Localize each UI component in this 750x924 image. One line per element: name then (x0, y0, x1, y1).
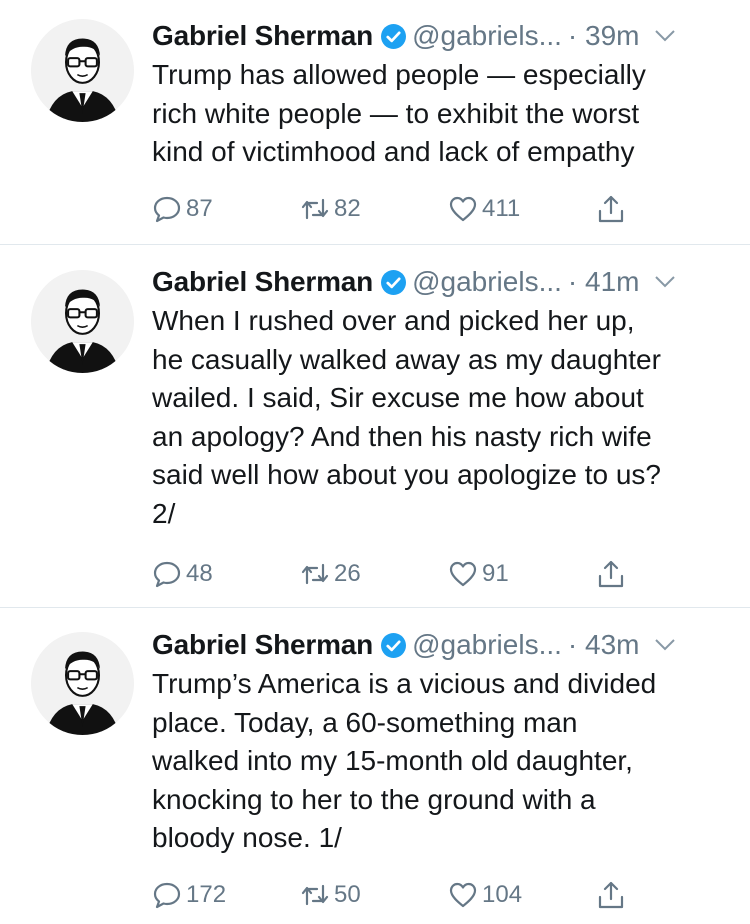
verified-badge-icon (381, 23, 407, 49)
tweet-header: Gabriel Sherman @gabriels... · 39m (152, 19, 730, 53)
reply-icon (153, 196, 181, 223)
verified-badge-icon (381, 269, 407, 295)
chevron-down-icon[interactable] (654, 275, 676, 289)
retweet-icon (301, 563, 329, 585)
reply-count: 48 (186, 560, 213, 587)
author-handle[interactable]: @gabriels... (412, 20, 562, 52)
tweet-content: Gabriel Sherman @gabriels... · 41m When … (152, 265, 730, 533)
heart-icon (449, 561, 477, 587)
tweet-text: When I rushed over and picked her up, he… (152, 305, 662, 529)
share-button[interactable] (596, 880, 626, 910)
tweet-text: Trump has allowed people — especially ri… (152, 59, 646, 167)
author-name[interactable]: Gabriel Sherman (152, 266, 373, 298)
tweet[interactable]: Gabriel Sherman @gabriels... · 41m When … (0, 245, 750, 608)
timestamp[interactable]: · 39m (568, 20, 640, 52)
like-button[interactable]: 411 (448, 194, 596, 224)
timestamp[interactable]: · 41m (568, 266, 640, 298)
chevron-down-icon[interactable] (654, 29, 676, 43)
timestamp[interactable]: · 43m (568, 629, 640, 661)
tweet-header: Gabriel Sherman @gabriels... · 41m (152, 265, 730, 299)
heart-icon (449, 196, 477, 222)
reply-button[interactable]: 172 (152, 880, 300, 910)
tweet-header: Gabriel Sherman @gabriels... · 43m (152, 628, 730, 662)
avatar[interactable] (31, 19, 134, 122)
like-count: 91 (482, 560, 509, 587)
avatar[interactable] (31, 270, 134, 373)
retweet-count: 26 (334, 560, 361, 587)
tweet-feed: Gabriel Sherman @gabriels... · 39m Trump… (0, 0, 750, 924)
retweet-count: 50 (334, 881, 361, 908)
retweet-button[interactable]: 82 (300, 194, 448, 224)
retweet-count: 82 (334, 195, 361, 222)
avatar[interactable] (31, 632, 134, 735)
like-count: 104 (482, 881, 523, 908)
retweet-button[interactable]: 26 (300, 559, 448, 589)
like-button[interactable]: 104 (448, 880, 596, 910)
reply-button[interactable]: 48 (152, 559, 300, 589)
reply-count: 87 (186, 195, 213, 222)
reply-button[interactable]: 87 (152, 194, 300, 224)
share-icon (598, 560, 624, 588)
like-button[interactable]: 91 (448, 559, 596, 589)
tweet-actions: 172 50 104 (152, 878, 626, 912)
author-name[interactable]: Gabriel Sherman (152, 629, 373, 661)
reply-icon (153, 561, 181, 588)
author-handle[interactable]: @gabriels... (412, 266, 562, 298)
tweet[interactable]: Gabriel Sherman @gabriels... · 43m Trump… (0, 608, 750, 924)
tweet-actions: 87 82 411 (152, 192, 626, 226)
tweet-content: Gabriel Sherman @gabriels... · 39m Trump… (152, 19, 730, 172)
retweet-icon (301, 884, 329, 906)
author-name[interactable]: Gabriel Sherman (152, 20, 373, 52)
tweet-text: Trump’s America is a vicious and divided… (152, 668, 657, 853)
author-handle[interactable]: @gabriels... (412, 629, 562, 661)
chevron-down-icon[interactable] (654, 638, 676, 652)
heart-icon (449, 882, 477, 908)
share-icon (598, 881, 624, 909)
share-button[interactable] (596, 559, 626, 589)
share-icon (598, 195, 624, 223)
reply-icon (153, 882, 181, 909)
reply-count: 172 (186, 881, 227, 908)
verified-badge-icon (381, 632, 407, 658)
like-count: 411 (482, 195, 521, 222)
retweet-icon (301, 198, 329, 220)
retweet-button[interactable]: 50 (300, 880, 448, 910)
tweet[interactable]: Gabriel Sherman @gabriels... · 39m Trump… (0, 0, 750, 245)
share-button[interactable] (596, 194, 626, 224)
tweet-actions: 48 26 91 (152, 557, 626, 591)
tweet-content: Gabriel Sherman @gabriels... · 43m Trump… (152, 628, 730, 858)
